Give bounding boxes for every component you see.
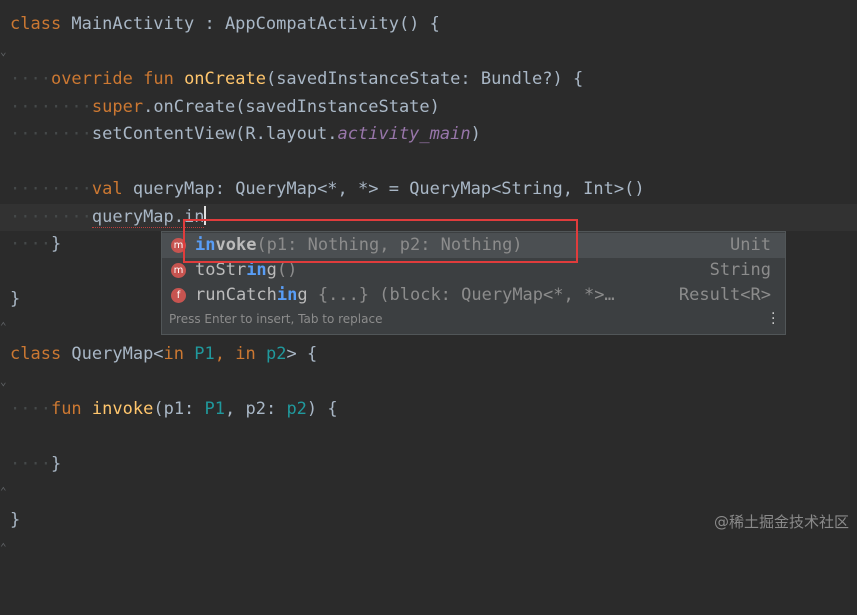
keyword: class [10,14,62,34]
code-line: ⌃ ····} [0,451,857,498]
code-line: ········setContentView(R.layout.activity… [0,121,857,148]
completion-item[interactable]: m invoke(p1: Nothing, p2: Nothing) Unit [162,233,785,258]
keyword: super [91,97,144,117]
type-parameter: p2 [286,399,307,419]
code-text: } [50,234,62,254]
fold-icon[interactable]: ⌃ [0,478,10,505]
keyword: class [10,344,62,364]
indent-guide: ···· [10,399,51,419]
code-text: , p2: [225,399,287,419]
text-caret [204,206,207,225]
item-name: runCatch [195,285,277,305]
item-signature: {...} (block: QueryMap<*, *>… [307,285,615,305]
vertical-dots-icon[interactable]: · · · [771,307,775,331]
type-parameter: p2 [265,344,287,364]
keyword: in [235,344,256,364]
fold-icon[interactable]: ⌄ [0,38,10,65]
fold-icon[interactable]: ⌃ [0,313,10,340]
code-text: .onCreate(savedInstanceState) [143,97,440,117]
completion-item[interactable]: m toString() String [162,258,785,283]
indent-guide: ········ [10,124,92,144]
function-name: invoke [91,399,154,419]
keyword: fun [50,399,82,419]
match-text: in [195,235,216,255]
completion-item[interactable]: f runCatching {...} (block: QueryMap<*, … [162,283,785,308]
code-line: ····fun invoke(p1: P1, p2: p2) { [0,396,857,423]
code-text: queryMap.in [91,207,205,228]
fold-icon[interactable]: ⌄ [0,368,10,395]
code-text: } [50,454,62,474]
keyword: fun [143,69,174,89]
code-text: queryMap: QueryMap<*, *> [122,179,389,199]
match-text: in [276,285,298,305]
code-line: ········super.onCreate(savedInstanceStat… [0,94,857,121]
code-text: ) { [306,399,338,419]
match-text: in [246,260,267,280]
type-parameter: P1 [204,399,226,419]
resource-name: activity_main [337,124,471,144]
code-text: MainActivity : AppCompatActivity() { [61,14,440,34]
keyword: val [91,179,123,199]
code-line: ⌄ class QueryMap<in P1, in p2> { [0,341,857,388]
keyword: override [50,69,133,89]
popup-hint: Press Enter to insert, Tab to replace [169,312,383,326]
item-name: g [297,285,308,305]
code-text: ) [470,124,481,144]
code-text: QueryMap< [61,344,164,364]
indent-guide: ···· [10,234,51,254]
code-text: } [10,510,21,530]
item-return-type: Result<R> [678,285,771,305]
item-return-type: String [709,260,771,280]
code-line: ····override fun onCreate(savedInstanceS… [0,66,857,93]
item-signature: () [276,260,298,280]
indent-guide: ···· [10,454,51,474]
watermark: @稀土掘金技术社区 [713,513,849,531]
indent-guide: ········ [10,179,92,199]
method-icon: m [171,263,186,278]
method-icon: m [171,238,186,253]
item-name: g [266,260,277,280]
fold-icon[interactable]: ⌃ [0,534,10,561]
function-icon: f [171,288,186,303]
comma: , [214,344,236,364]
item-name: toStr [195,260,247,280]
code-text: (savedInstanceState: Bundle?) { [265,69,584,89]
indent-guide: ···· [10,69,51,89]
item-name: voke [215,235,257,255]
item-return-type: Unit [730,235,771,255]
indent-guide: ········ [10,97,92,117]
current-code-line[interactable]: ········queryMap.in [0,204,857,231]
item-signature: (p1: Nothing, p2: Nothing) [256,235,523,255]
function-name: onCreate [184,69,266,89]
code-text: = QueryMap<String, Int>() [388,179,645,199]
code-line: ⌄ class MainActivity : AppCompatActivity… [0,11,857,58]
code-text: } [10,289,21,309]
code-line: ········val queryMap: QueryMap<*, *> = Q… [0,176,857,203]
code-text: setContentView(R.layout. [91,124,338,144]
indent-guide: ········ [10,207,92,227]
completion-popup[interactable]: m invoke(p1: Nothing, p2: Nothing) Unit … [161,231,786,335]
code-text: > { [286,344,318,364]
